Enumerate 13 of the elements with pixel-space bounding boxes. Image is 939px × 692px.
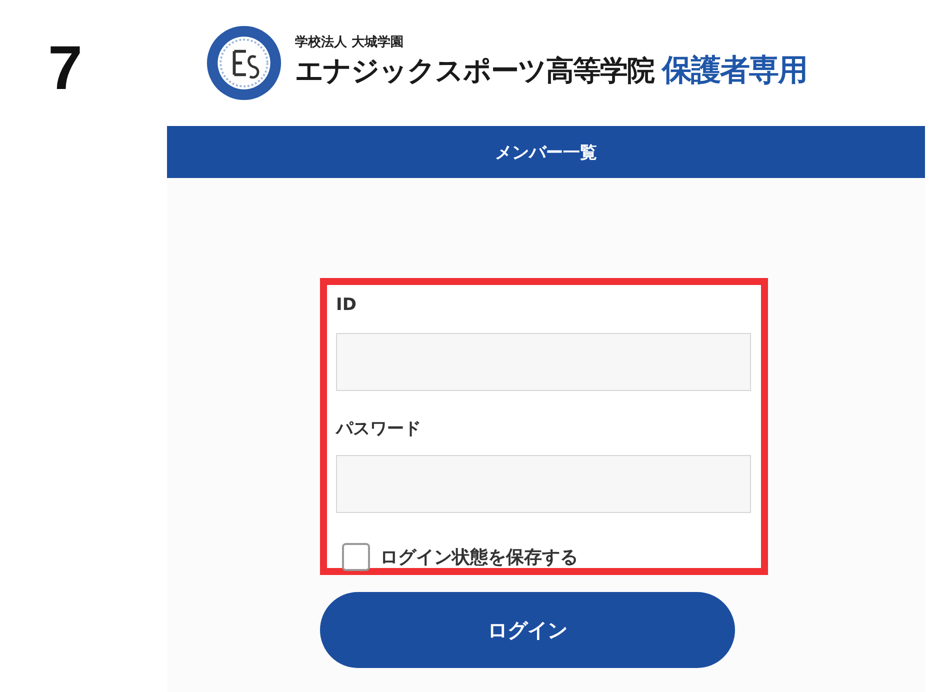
field-label: ID bbox=[336, 295, 358, 317]
school-name: エナジックスポーツ高等学院 bbox=[295, 53, 654, 90]
organization-name: 学校法人 大城学園 bbox=[295, 34, 405, 50]
login-button[interactable]: ログイン bbox=[320, 592, 735, 668]
step-number: 7 bbox=[48, 38, 84, 100]
input-field[interactable] bbox=[336, 455, 751, 513]
emblem-icon bbox=[205, 24, 283, 102]
page-title: メンバー一覧 bbox=[495, 142, 597, 164]
input-field[interactable] bbox=[336, 333, 751, 391]
remember-checkbox[interactable] bbox=[342, 543, 370, 571]
field-label: パスワード bbox=[336, 418, 422, 441]
remember-label[interactable]: ログイン状態を保存する bbox=[380, 545, 578, 569]
site-subtitle: 保護者専用 bbox=[662, 52, 807, 90]
